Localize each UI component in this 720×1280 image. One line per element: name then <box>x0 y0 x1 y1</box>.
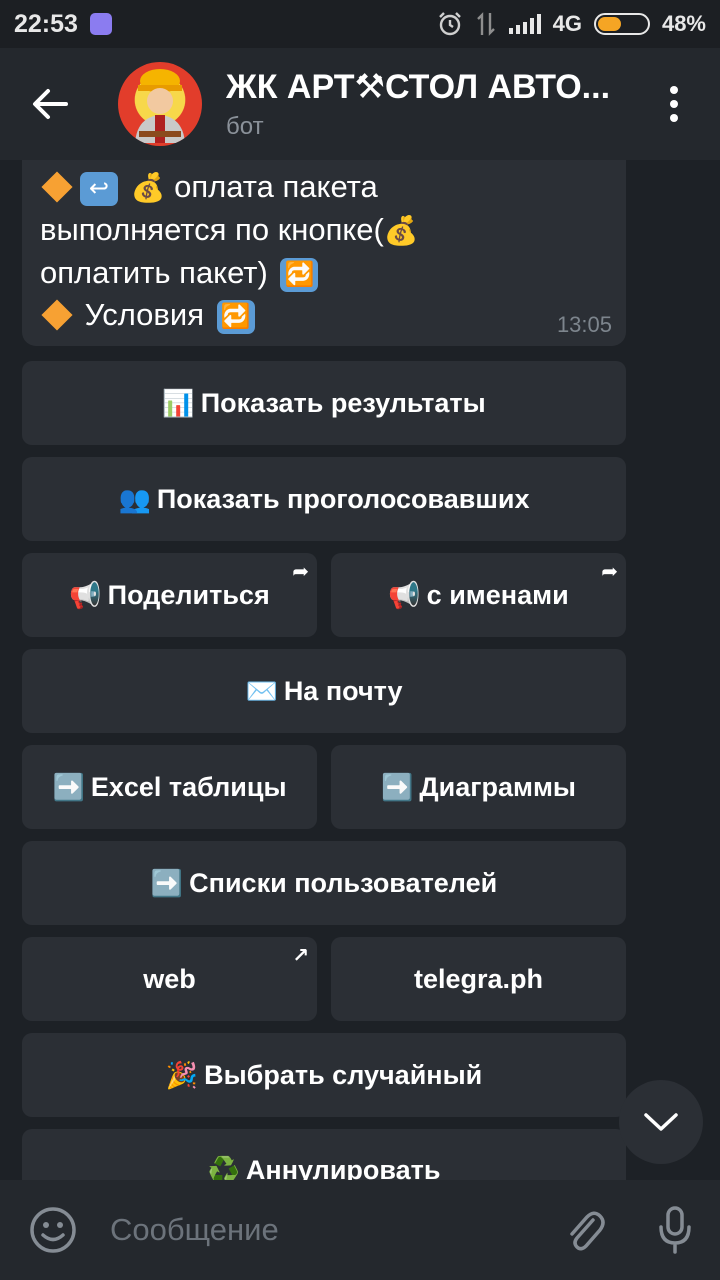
message-text: оплата пакета <box>174 169 378 204</box>
share-arrow-icon: ➦ <box>601 561 618 583</box>
share-with-names-button[interactable]: 📢 с именами ➦ <box>331 553 626 637</box>
scroll-down-button[interactable] <box>619 1080 703 1164</box>
button-label: Показать результаты <box>200 387 486 418</box>
users-icon: 👥 <box>118 483 151 514</box>
microphone-icon <box>659 1206 691 1254</box>
button-label: Диаграммы <box>419 771 576 802</box>
recycle-icon: ♻️ <box>207 1155 240 1180</box>
button-label: web <box>143 963 196 994</box>
orange-diamond-icon <box>41 171 73 203</box>
message-input[interactable] <box>106 1180 540 1280</box>
smiley-icon <box>30 1207 76 1253</box>
show-voters-button[interactable]: 👥 Показать проголосовавших <box>22 457 626 541</box>
envelope-icon: ✉️ <box>245 675 278 706</box>
megaphone-icon: 📢 <box>69 579 102 610</box>
message-line: ↩ 💰 оплата пакета <box>40 166 608 209</box>
back-button[interactable] <box>0 48 100 160</box>
arrow-right-icon: ➡️ <box>381 771 414 802</box>
repeat-icon: 🔁 <box>216 299 255 334</box>
return-arrow-icon: ↩ <box>80 171 118 206</box>
message-text: Условия <box>84 297 204 332</box>
button-label: На почту <box>283 675 403 706</box>
share-arrow-icon: ➦ <box>292 561 309 583</box>
random-button[interactable]: 🎉 Выбрать случайный <box>22 1033 626 1117</box>
network-type: 4G <box>552 11 582 36</box>
arrow-left-icon <box>33 89 68 119</box>
data-transfer-icon <box>476 12 495 36</box>
charts-button[interactable]: ➡️ Диаграммы <box>331 745 626 829</box>
chat-title: ЖК АРТ⚒СТОЛ АВТО... <box>226 68 611 106</box>
money-bag-icon: 💰 <box>383 215 419 246</box>
battery-percent: 48% <box>661 11 706 36</box>
button-label: Аннулировать <box>245 1155 441 1180</box>
button-label: Выбрать случайный <box>204 1059 483 1090</box>
message-input-bar <box>0 1180 720 1280</box>
button-label: Поделиться <box>107 579 270 610</box>
worker-avatar-icon <box>135 69 185 143</box>
button-label: с именами <box>426 579 569 610</box>
paperclip-icon <box>570 1211 605 1251</box>
show-results-button[interactable]: 📊 Показать результаты <box>22 361 626 445</box>
message-text: оплатить пакет) <box>40 255 268 290</box>
attach-button[interactable] <box>540 1180 630 1280</box>
emoji-button[interactable] <box>0 1180 106 1280</box>
button-label: Списки пользователей <box>189 867 498 898</box>
chevron-down-icon <box>644 1113 678 1131</box>
status-bar: 22:53 4G 48% <box>0 0 720 48</box>
chat-header: ЖК АРТ⚒СТОЛ АВТО... бот <box>0 48 720 160</box>
status-icons: 4G 48% <box>437 11 706 37</box>
bar-chart-icon: 📊 <box>162 387 195 418</box>
user-lists-button[interactable]: ➡️ Списки пользователей <box>22 841 626 925</box>
status-time: 22:53 <box>14 9 78 38</box>
message-line: Условия 🔁 <box>40 294 608 336</box>
chat-info[interactable]: ЖК АРТ⚒СТОЛ АВТО... бот <box>226 67 644 141</box>
arrow-right-icon: ➡️ <box>150 867 184 898</box>
alarm-icon <box>438 12 461 36</box>
money-bag-icon: 💰 <box>130 172 166 203</box>
web-button[interactable]: web ↗ <box>22 937 317 1021</box>
share-button[interactable]: 📢 Поделиться ➦ <box>22 553 317 637</box>
button-label: telegra.ph <box>413 963 544 994</box>
telegraph-button[interactable]: telegra.ph <box>331 937 626 1021</box>
avatar[interactable] <box>118 62 202 146</box>
message-bubble: ↩ 💰 оплата пакета выполняется по кнопке(… <box>22 160 626 346</box>
microphone-button[interactable] <box>630 1180 720 1280</box>
message-text: выполняется по кнопке( <box>40 212 384 247</box>
external-link-icon: ↗ <box>292 945 309 967</box>
chat-area[interactable]: ↩ 💰 оплата пакета выполняется по кнопке(… <box>0 160 720 1180</box>
battery-fill <box>597 17 621 31</box>
button-label: Excel таблицы <box>90 771 287 802</box>
orange-diamond-icon <box>41 299 73 331</box>
arrow-right-icon: ➡️ <box>52 771 85 802</box>
cancel-button[interactable]: ♻️ Аннулировать <box>22 1129 626 1180</box>
signal-icon <box>508 14 541 34</box>
chat-subtitle: бот <box>226 113 264 140</box>
button-label: Показать проголосовавших <box>156 483 530 514</box>
repeat-icon: 🔁 <box>280 257 319 292</box>
message-line: выполняется по кнопке(💰 <box>40 209 608 252</box>
message-time: 13:05 <box>556 312 612 337</box>
to-mail-button[interactable]: ✉️ На почту <box>22 649 626 733</box>
more-options-button[interactable] <box>644 48 704 160</box>
excel-button[interactable]: ➡️ Excel таблицы <box>22 745 317 829</box>
notification-app-icon <box>89 13 112 35</box>
party-popper-icon: 🎉 <box>165 1059 199 1090</box>
message-line: оплатить пакет) 🔁 <box>40 252 608 294</box>
megaphone-icon: 📢 <box>388 579 421 610</box>
battery-icon <box>593 13 650 35</box>
